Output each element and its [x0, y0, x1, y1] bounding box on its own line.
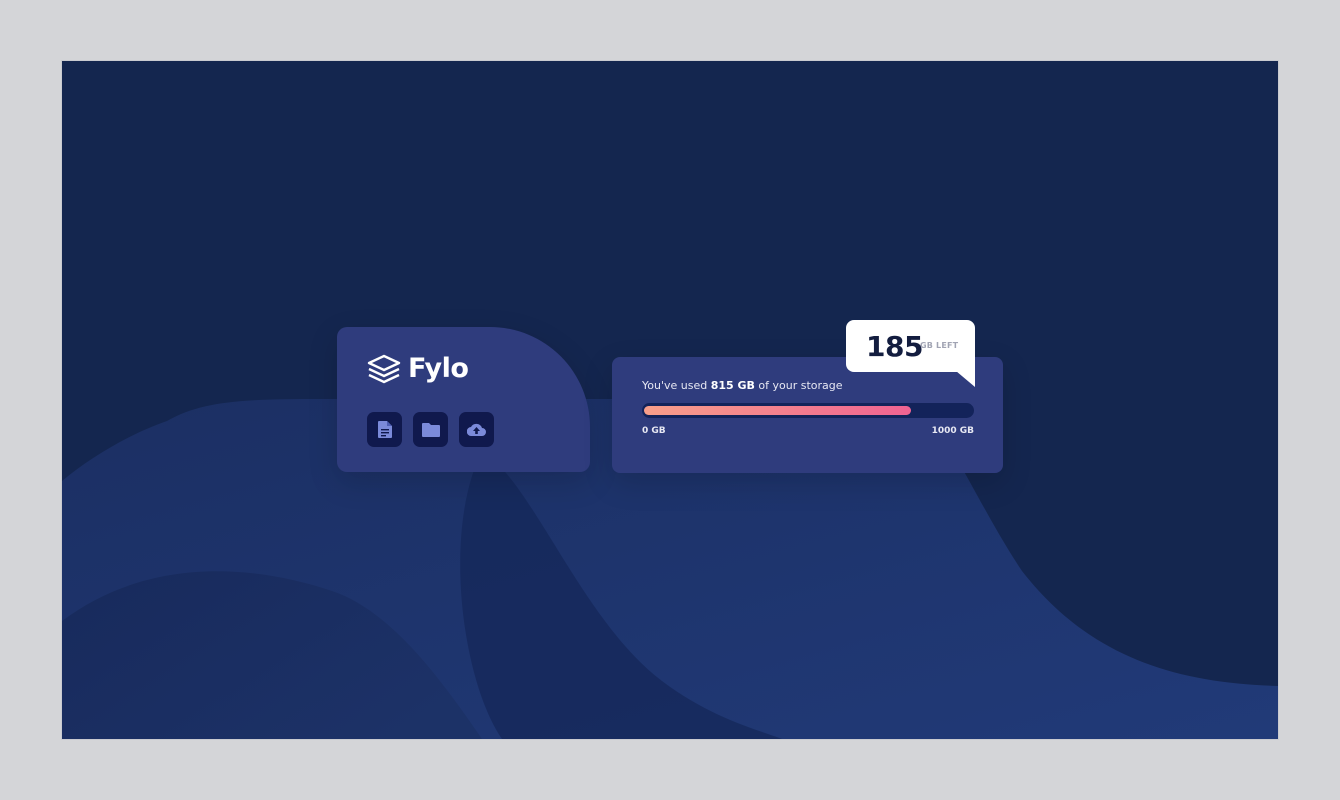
upload-button[interactable]	[459, 412, 494, 447]
cloud-upload-icon	[467, 423, 486, 436]
document-icon	[377, 421, 392, 438]
usage-text-prefix: You've used	[642, 379, 711, 392]
remaining-value: 185	[866, 330, 923, 363]
storage-progress-track	[642, 403, 974, 418]
folder-button[interactable]	[413, 412, 448, 447]
document-button[interactable]	[367, 412, 402, 447]
logo-card: Fylo	[337, 327, 590, 472]
progress-max-label: 1000 GB	[931, 426, 974, 436]
used-amount: 815 GB	[710, 379, 755, 392]
bubble-tail	[956, 371, 975, 387]
logo: Fylo	[367, 353, 469, 384]
remaining-unit: GB LEFT	[920, 341, 959, 350]
layers-logo-icon	[367, 354, 401, 383]
folder-icon	[421, 422, 440, 437]
page-frame: Fylo You've used 815 GB of your storage …	[62, 61, 1278, 739]
storage-usage-card: You've used 815 GB of your storage 0 GB …	[612, 357, 1003, 473]
usage-text-suffix: of your storage	[754, 379, 843, 392]
remaining-storage-bubble: 185 GB LEFT	[846, 320, 975, 372]
storage-progress-fill	[644, 406, 911, 415]
progress-min-label: 0 GB	[642, 426, 666, 436]
logo-text: Fylo	[408, 353, 469, 384]
usage-description: You've used 815 GB of your storage	[642, 379, 843, 392]
action-icon-row	[367, 412, 494, 447]
